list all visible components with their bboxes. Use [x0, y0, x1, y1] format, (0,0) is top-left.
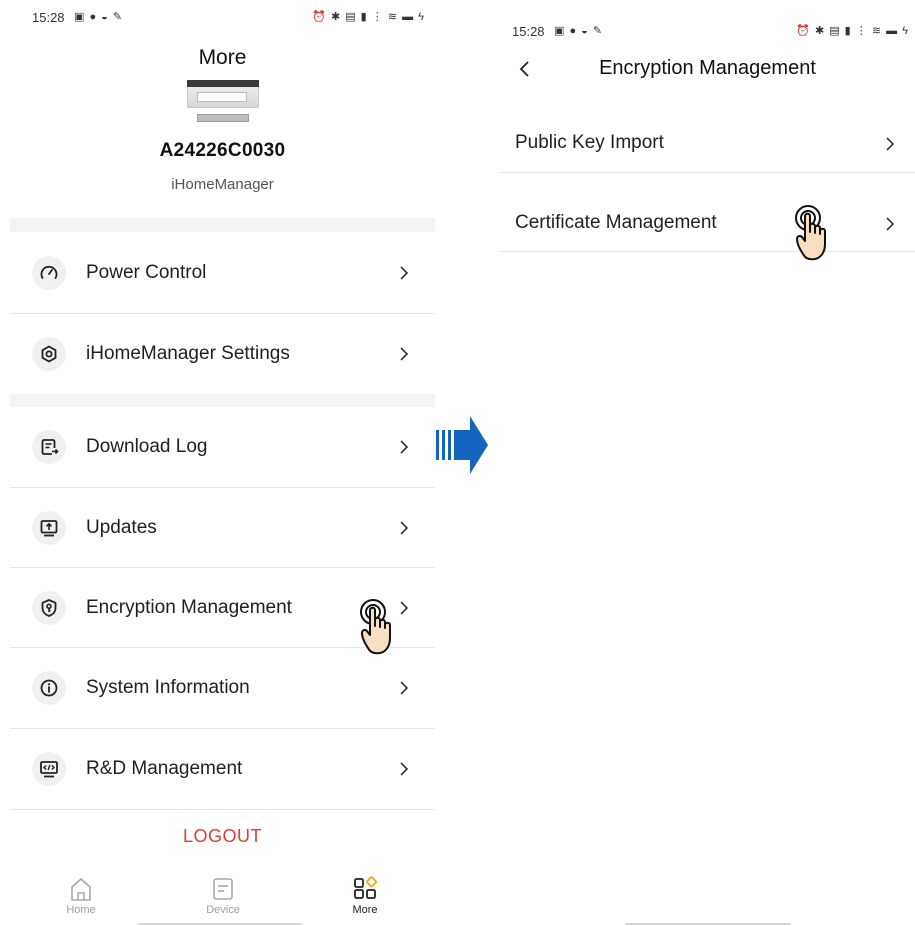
status-time: 15:28	[32, 10, 65, 25]
home-indicator	[138, 923, 302, 925]
chevron-right-icon	[400, 347, 409, 361]
menu-item-download-log[interactable]: Download Log	[10, 407, 435, 487]
logout-button[interactable]: LOGOUT	[10, 826, 435, 847]
chevron-right-icon	[886, 137, 895, 151]
status-notification-icons: ▣ ● ◒ ✎	[74, 11, 124, 23]
divider	[10, 809, 435, 810]
chevron-right-icon	[400, 266, 409, 280]
menu-item-updates[interactable]: Updates	[10, 488, 435, 568]
menu-item-label: Download Log	[86, 436, 208, 457]
gauge-icon	[32, 256, 66, 290]
menu-item-label: System Information	[86, 677, 250, 698]
tab-home-label: Home	[66, 904, 96, 916]
flow-arrow-icon	[436, 416, 488, 474]
menu-item-label: Power Control	[86, 262, 207, 283]
status-system-icons: ⏰ ✱ ▤ ▮ ⋮ ≋ ▬ ϟ	[312, 11, 425, 23]
more-grid-icon	[354, 876, 377, 899]
menu-item-label: Encryption Management	[86, 597, 292, 618]
more-screen: 15:28 ▣ ● ◒ ✎ ⏰ ✱ ▤ ▮ ⋮ ≋ ▬ ϟ More A2422…	[10, 0, 435, 926]
settings-nut-icon	[32, 337, 66, 371]
tab-home[interactable]: Home	[46, 876, 116, 916]
menu-item-label: Updates	[86, 517, 157, 538]
home-indicator	[625, 923, 791, 925]
divider	[500, 172, 915, 173]
upload-monitor-icon	[32, 511, 66, 545]
menu-item-label: iHomeManager Settings	[86, 343, 290, 364]
page-title: More	[198, 46, 247, 69]
section-gap	[10, 394, 435, 407]
chevron-right-icon	[400, 440, 409, 454]
chevron-right-icon	[400, 681, 409, 695]
encryption-management-screen: 15:28 ▣ ● ◒ ✎ ⏰ ✱ ▤ ▮ ⋮ ≋ ▬ ϟ Encryption…	[500, 0, 915, 926]
tap-hand-icon	[795, 205, 826, 261]
info-icon	[32, 671, 66, 705]
code-monitor-icon	[32, 752, 66, 786]
list-item-label: Certificate Management	[515, 212, 717, 233]
divider	[500, 251, 915, 252]
status-time: 15:28	[512, 24, 545, 39]
menu-item-ihomemanager-settings[interactable]: iHomeManager Settings	[10, 314, 435, 394]
status-notification-icons: ▣ ● ◒ ✎	[554, 25, 604, 37]
chevron-right-icon	[400, 762, 409, 776]
bottom-tab-bar: Home Device More	[10, 870, 435, 926]
chevron-right-icon	[886, 217, 895, 231]
menu-item-rd-management[interactable]: R&D Management	[10, 729, 435, 809]
menu-item-power-control[interactable]: Power Control	[10, 233, 435, 313]
shield-key-icon	[32, 591, 66, 625]
device-image	[187, 80, 259, 126]
menu-item-system-information[interactable]: System Information	[10, 648, 435, 728]
device-id: A24226C0030	[159, 140, 286, 161]
chevron-right-icon	[400, 521, 409, 535]
device-type: iHomeManager	[171, 176, 274, 193]
tap-hand-icon	[360, 599, 391, 655]
status-system-icons: ⏰ ✱ ▤ ▮ ⋮ ≋ ▬ ϟ	[796, 25, 909, 37]
tab-more-label: More	[352, 904, 378, 916]
section-gap	[10, 218, 435, 232]
page-title: Encryption Management	[599, 57, 816, 79]
status-bar: 15:28 ▣ ● ◒ ✎ ⏰ ✱ ▤ ▮ ⋮ ≋ ▬ ϟ	[10, 6, 435, 28]
device-icon	[213, 878, 233, 900]
tab-device[interactable]: Device	[188, 876, 258, 916]
download-log-icon	[32, 430, 66, 464]
tab-device-label: Device	[206, 904, 240, 916]
home-icon	[71, 878, 91, 901]
tab-more[interactable]: More	[330, 876, 400, 916]
menu-item-label: R&D Management	[86, 758, 243, 779]
status-bar: 15:28 ▣ ● ◒ ✎ ⏰ ✱ ▤ ▮ ⋮ ≋ ▬ ϟ	[500, 20, 915, 42]
list-item-certificate-management[interactable]: Certificate Management	[500, 184, 915, 264]
list-item-label: Public Key Import	[515, 132, 664, 153]
